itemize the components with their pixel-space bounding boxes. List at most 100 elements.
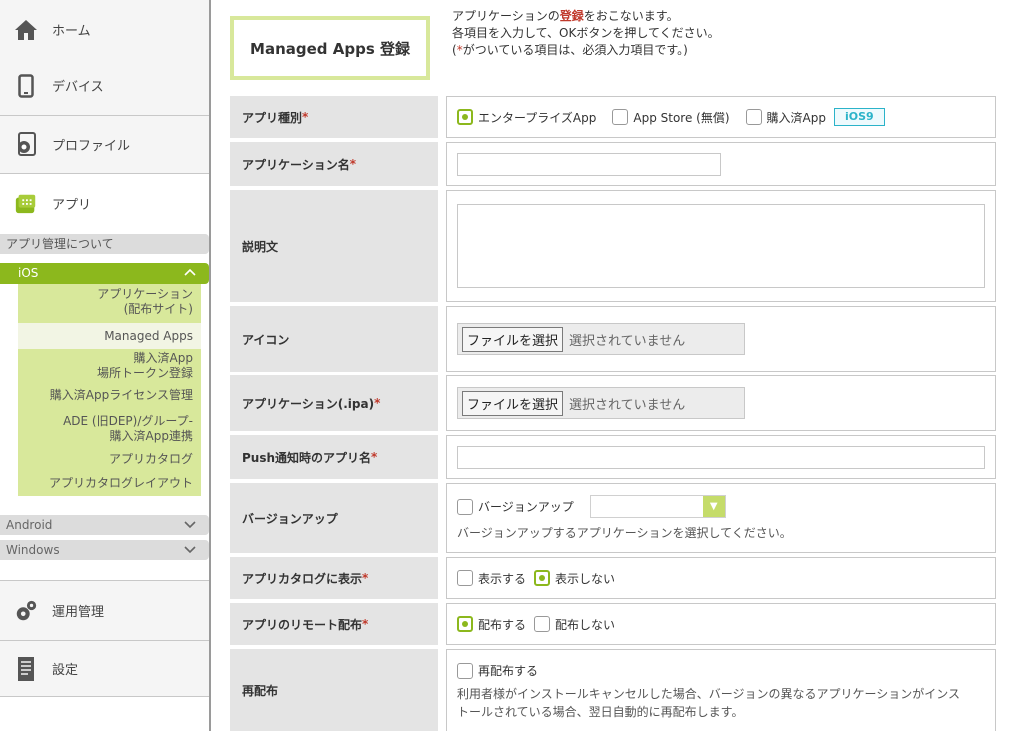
main-content: Managed Apps 登録 アプリケーションの登録をおこないます。 各項目を… — [230, 0, 1024, 731]
description-textarea[interactable] — [457, 204, 985, 288]
catalog-options: 表示する 表示しない — [446, 557, 996, 599]
label-icon: アイコン — [230, 306, 438, 372]
ios-item-line: ADE (旧DEP)/グループ- — [63, 414, 193, 428]
row-description: 説明文 — [230, 190, 996, 302]
intro-text-part: がついている項目は、必須入力項目です。) — [462, 43, 688, 57]
label-text: アプリケーション(.ipa) — [242, 396, 375, 411]
label-remote-deploy: アプリのリモート配布 * — [230, 603, 438, 645]
chevron-down-icon — [183, 540, 197, 560]
ios-item-ade-group-vpp[interactable]: ADE (旧DEP)/グループ- 購入済App連携 — [63, 414, 193, 444]
radio-unchecked[interactable] — [457, 570, 473, 586]
radio-enterprise-app[interactable]: エンタープライズApp — [457, 109, 596, 126]
sidebar-divider — [209, 0, 211, 731]
radio-unchecked[interactable] — [745, 109, 762, 125]
ipa-file-input[interactable]: ファイルを選択 選択されていません — [457, 387, 745, 419]
label-text: アプリカタログに表示 — [242, 571, 363, 586]
intro-text: アプリケーションの登録をおこないます。 各項目を入力して、OKボタンを押してくだ… — [452, 8, 720, 59]
no-file-text: 選択されていません — [569, 333, 686, 349]
intro-text-part: アプリケーションの — [452, 9, 560, 23]
label-catalog: アプリカタログに表示 * — [230, 557, 438, 599]
radio-app-store-free[interactable]: App Store (無償) — [612, 109, 730, 126]
sidebar: ホーム デバイス プロファイル アプリ アプリ管理について iOS アプリケーシ… — [0, 0, 211, 731]
version-up-cell: バージョンアップ ▼ バージョンアップするアプリケーションを選択してください。 — [446, 483, 996, 553]
radio-checked[interactable] — [457, 109, 473, 125]
android-label: Android — [6, 518, 53, 532]
ios-item-vpp-license[interactable]: 購入済Appライセンス管理 — [50, 388, 193, 403]
nav-devices-label: デバイス — [52, 80, 104, 95]
label-redeploy: 再配布 — [230, 649, 438, 731]
nav-apps[interactable]: アプリ — [0, 178, 209, 228]
option-label: 表示しない — [555, 571, 616, 586]
ios-item-app-catalog-layout[interactable]: アプリカタログレイアウト — [49, 476, 193, 491]
app-name-cell — [446, 142, 996, 186]
ios-submenu: アプリケーション (配布サイト) Managed Apps 購入済App 場所ト… — [18, 284, 201, 496]
option-label: 配布する — [478, 617, 527, 632]
choose-file-button[interactable]: ファイルを選択 — [462, 326, 564, 352]
dropdown-arrow-icon: ▼ — [702, 496, 725, 517]
row-app-type: アプリ種別 * エンタープライズApp App Store (無償) 購入済App… — [230, 96, 996, 138]
redeploy-cell: 再配布する 利用者様がインストールキャンセルした場合、バージョンの異なるアプリケ… — [446, 649, 996, 731]
nav-profiles[interactable]: プロファイル — [0, 116, 209, 174]
radio-unchecked[interactable] — [534, 616, 551, 632]
required-star: * — [371, 450, 378, 464]
radio-deploy[interactable]: 配布する — [457, 616, 526, 633]
windows-label: Windows — [6, 543, 60, 557]
radio-no-deploy[interactable]: 配布しない — [534, 616, 615, 633]
label-push-name: Push通知時のアプリ名 * — [230, 435, 438, 479]
radio-catalog-hide[interactable]: 表示しない — [534, 570, 615, 587]
app-name-input[interactable] — [457, 152, 721, 176]
row-version-up: バージョンアップ バージョンアップ ▼ バージョンアップするアプリケーションを選… — [230, 483, 996, 553]
radio-checked[interactable] — [457, 616, 473, 632]
nav-settings[interactable]: 設定 — [0, 641, 209, 697]
page-title: Managed Apps 登録 — [230, 16, 430, 80]
ios-item-managed-apps[interactable]: Managed Apps — [18, 323, 201, 349]
required-star: * — [362, 571, 369, 585]
choose-file-button[interactable]: ファイルを選択 — [462, 390, 564, 416]
nav-settings-label: 設定 — [52, 663, 79, 678]
checkbox-unchecked[interactable] — [457, 662, 473, 679]
label-text: アプリ種別 — [242, 110, 303, 125]
push-name-input[interactable] — [457, 445, 985, 469]
radio-catalog-show[interactable]: 表示する — [457, 570, 526, 587]
version-up-select[interactable]: ▼ — [589, 495, 726, 518]
ipa-cell: ファイルを選択 選択されていません — [446, 375, 996, 431]
nav-devices[interactable]: デバイス — [0, 56, 209, 116]
no-file-text: 選択されていません — [569, 397, 686, 413]
intro-line-2: 各項目を入力して、OKボタンを押してください。 — [452, 26, 720, 40]
chevron-down-icon — [183, 515, 197, 535]
about-app-management-link[interactable]: アプリ管理について — [0, 234, 209, 254]
document-icon — [14, 656, 38, 681]
ios-item-app-distribution[interactable]: アプリケーション (配布サイト) — [97, 287, 193, 317]
windows-section-header[interactable]: Windows — [0, 540, 209, 560]
ios-section-header[interactable]: iOS — [0, 263, 209, 284]
redeploy-checkbox[interactable]: 再配布する — [457, 662, 538, 679]
version-up-checkbox[interactable]: バージョンアップ — [457, 498, 574, 515]
row-push-name: Push通知時のアプリ名 * — [230, 435, 996, 479]
nav-apps-label: アプリ — [52, 197, 92, 213]
radio-purchased-app[interactable]: 購入済App — [745, 109, 826, 126]
profile-gear-icon — [14, 131, 38, 157]
android-section-header[interactable]: Android — [0, 515, 209, 535]
icon-cell: ファイルを選択 選択されていません — [446, 306, 996, 372]
option-label: App Store (無償) — [633, 110, 730, 125]
label-app-name: アプリケーション名 * — [230, 142, 438, 186]
label-ipa: アプリケーション(.ipa) * — [230, 375, 438, 431]
label-app-type: アプリ種別 * — [230, 96, 438, 138]
ios9-badge: iOS9 — [833, 108, 885, 126]
option-label: エンタープライズApp — [478, 110, 597, 125]
icon-file-input[interactable]: ファイルを選択 選択されていません — [457, 323, 745, 355]
push-name-cell — [446, 435, 996, 479]
nav-operations[interactable]: 運用管理 — [0, 580, 209, 641]
intro-line-3: (*がついている項目は、必須入力項目です。) — [452, 42, 720, 59]
nav-home[interactable]: ホーム — [0, 0, 209, 60]
ios-item-app-catalog[interactable]: アプリカタログ — [109, 452, 193, 467]
home-icon — [14, 18, 38, 42]
required-star: * — [362, 617, 369, 631]
ios-item-vpp-location-token[interactable]: 購入済App 場所トークン登録 — [97, 351, 193, 381]
radio-unchecked[interactable] — [612, 109, 629, 125]
label-description: 説明文 — [230, 190, 438, 302]
description-cell — [446, 190, 996, 302]
intro-line-1: アプリケーションの登録をおこないます。 — [452, 8, 720, 25]
checkbox-unchecked[interactable] — [457, 498, 473, 515]
radio-checked[interactable] — [534, 570, 551, 586]
